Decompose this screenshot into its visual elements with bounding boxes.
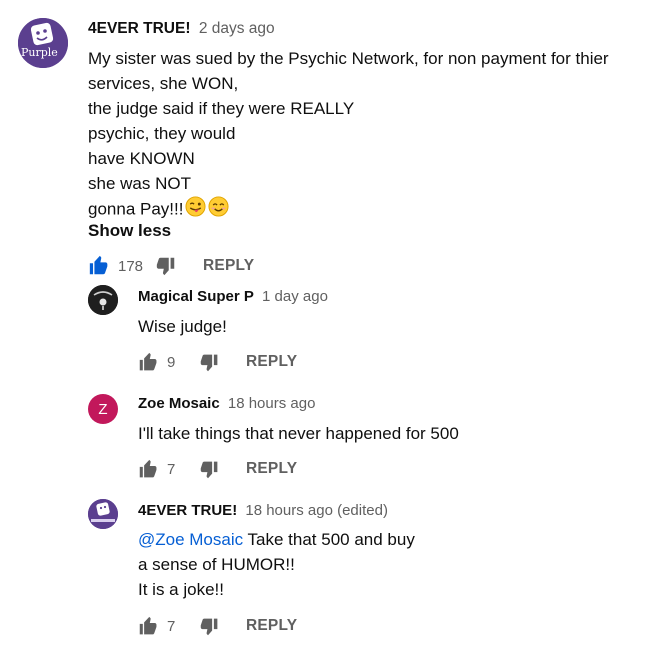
reply-line: @Zoe Mosaic Take that 500 and buy: [138, 527, 415, 552]
dislike-button[interactable]: [155, 255, 177, 277]
purple-logo-icon: [88, 499, 118, 529]
comment-line: she was NOT: [88, 174, 191, 193]
comment-line: services, she WON,: [88, 74, 239, 93]
comment-line: psychic, they would: [88, 124, 236, 143]
comment-line: My sister was sued by the Psychic Networ…: [88, 49, 609, 68]
comment-line: have KNOWN: [88, 149, 195, 168]
reply-author[interactable]: Magical Super P: [138, 288, 254, 305]
reply-text: I'll take things that never happened for…: [138, 424, 459, 443]
reply-time[interactable]: 18 hours ago: [228, 395, 316, 412]
thumbs-down-icon: [200, 354, 218, 371]
thumbs-down-icon: [156, 257, 175, 276]
comment-header: 4EVER TRUE! 2 days ago: [88, 20, 275, 38]
dark-logo-avatar-icon: [88, 285, 118, 315]
reply-header: 4EVER TRUE! 18 hours ago (edited): [138, 502, 388, 519]
mention-link[interactable]: @Zoe Mosaic: [138, 530, 243, 549]
reply-line: a sense of HUMOR!!: [138, 555, 295, 574]
comment-time[interactable]: 2 days ago: [199, 20, 275, 37]
reply-actions: 7 REPLY: [138, 614, 297, 638]
reply-header: Magical Super P 1 day ago: [138, 288, 328, 305]
reply-time[interactable]: 1 day ago: [262, 288, 328, 305]
thumbs-up-icon: [139, 352, 157, 370]
avatar[interactable]: Purple: [18, 18, 68, 68]
comment-line-text: gonna Pay!!!: [88, 199, 184, 219]
like-count: 9: [167, 353, 176, 371]
like-button[interactable]: [138, 616, 159, 637]
comment-author[interactable]: 4EVER TRUE!: [88, 20, 191, 37]
thumbs-up-icon: [139, 616, 157, 634]
comment-line: gonna Pay!!!: [88, 196, 609, 224]
reply-button[interactable]: REPLY: [246, 353, 297, 371]
reply-button[interactable]: REPLY: [246, 460, 297, 478]
like-button[interactable]: [88, 255, 110, 277]
reply-button[interactable]: REPLY: [246, 617, 297, 635]
thumbs-up-filled-icon: [89, 255, 108, 275]
reply-actions: 7 REPLY: [138, 457, 297, 481]
reply-text: Wise judge!: [138, 317, 227, 336]
reply-header: Zoe Mosaic 18 hours ago: [138, 395, 315, 412]
avatar-logo-text: Purple: [21, 46, 58, 59]
reply-author[interactable]: 4EVER TRUE!: [138, 502, 237, 519]
like-count: 7: [167, 460, 176, 478]
thumbs-down-icon: [200, 461, 218, 478]
thumbs-down-icon: [200, 618, 218, 635]
reply-time[interactable]: 18 hours ago (edited): [245, 502, 388, 519]
dislike-button[interactable]: [199, 352, 220, 373]
reply-line: It is a joke!!: [138, 580, 224, 599]
reply-button[interactable]: REPLY: [203, 257, 254, 275]
reply-line-text: Take that 500 and buy: [247, 530, 415, 549]
purple-logo-icon: Purple: [18, 18, 68, 68]
winking-tongue-emoji-icon: [185, 196, 206, 224]
thumbs-up-icon: [139, 459, 157, 477]
avatar[interactable]: [88, 499, 118, 529]
comment-actions: 178 REPLY: [88, 254, 254, 278]
dislike-button[interactable]: [199, 459, 220, 480]
reply-text: @Zoe Mosaic Take that 500 and buy a sens…: [138, 527, 415, 602]
show-less-button[interactable]: Show less: [88, 221, 171, 241]
reply-author[interactable]: Zoe Mosaic: [138, 395, 220, 412]
avatar[interactable]: [88, 285, 118, 315]
like-count: 178: [118, 257, 144, 275]
dislike-button[interactable]: [199, 616, 220, 637]
like-button[interactable]: [138, 352, 159, 373]
like-count: 7: [167, 617, 176, 635]
smiling-eyes-emoji-icon: [208, 196, 229, 224]
like-button[interactable]: [138, 459, 159, 480]
comment-text: My sister was sued by the Psychic Networ…: [88, 46, 609, 224]
avatar-letter: Z: [98, 400, 108, 418]
reply-actions: 9 REPLY: [138, 350, 297, 374]
avatar[interactable]: Z: [88, 394, 118, 424]
comment-line: the judge said if they were REALLY: [88, 99, 355, 118]
